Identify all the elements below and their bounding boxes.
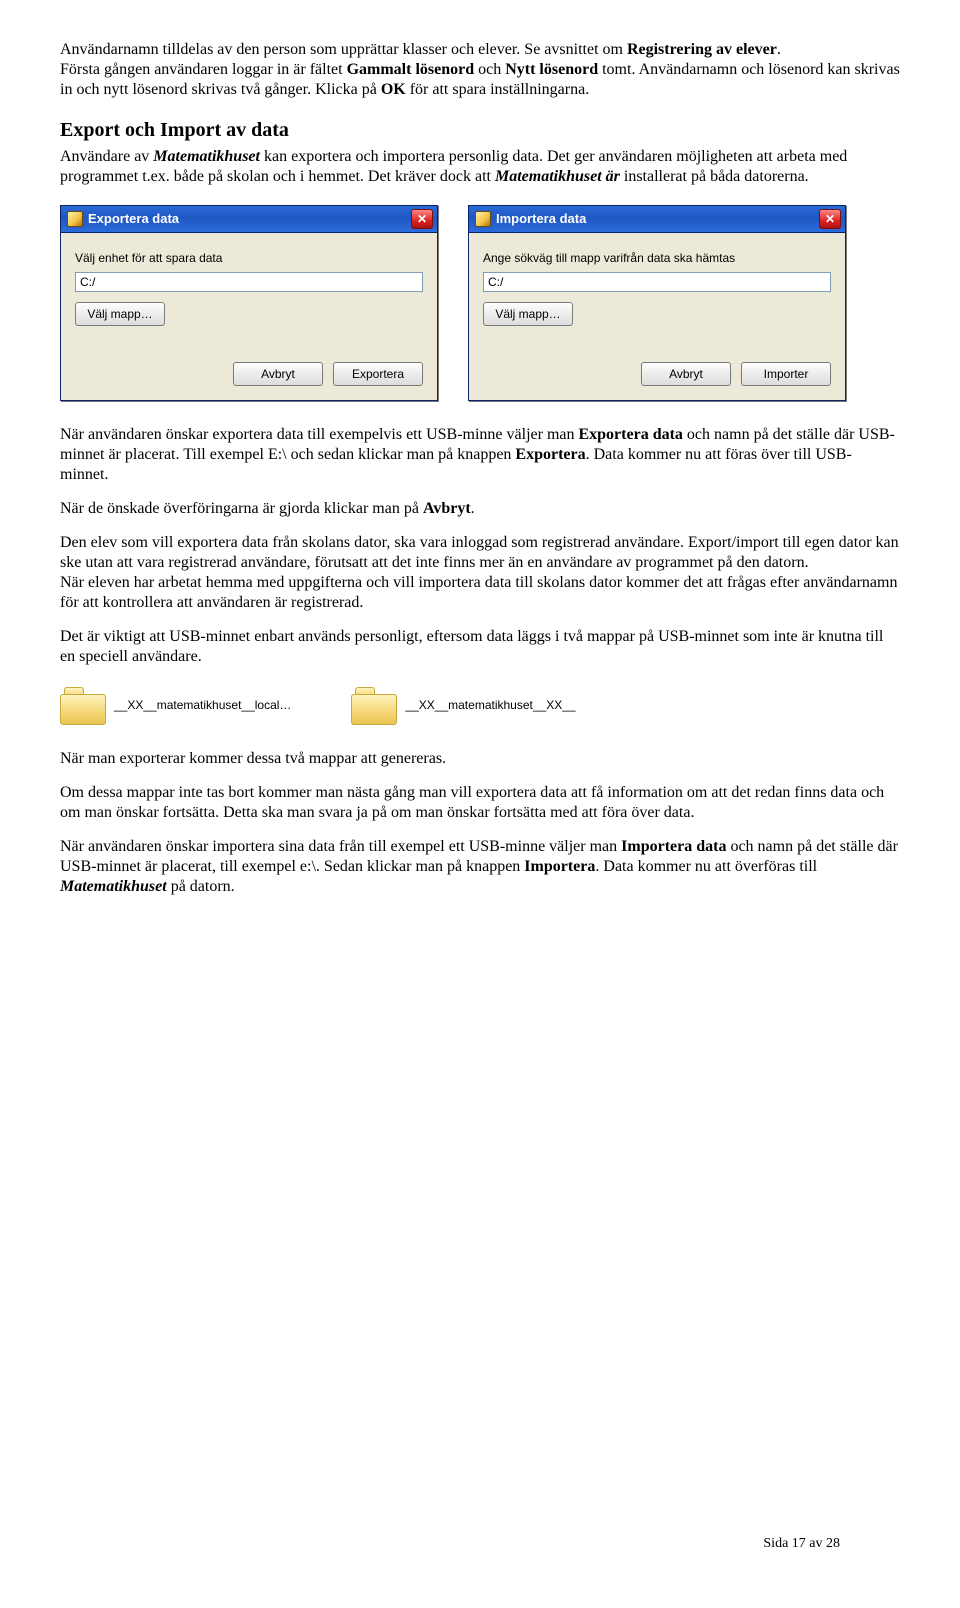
bold-text: OK [381,81,406,98]
export-path-input[interactable] [75,272,423,292]
folder-name: __XX__matematikhuset__XX__ [405,698,575,713]
text: När eleven har arbetat hemma med uppgift… [60,574,897,611]
folders-row: __XX__matematikhuset__local… __XX__matem… [60,687,900,723]
paragraph-import-usb: När användaren önskar importera sina dat… [60,837,900,897]
text: på datorn. [167,878,235,895]
text: för att spara inställningarna. [406,81,590,98]
text: Den elev som vill exportera data från sk… [60,534,899,571]
text: . Data kommer nu att överföras till [595,858,817,875]
paragraph-continue-prompt: Om dessa mappar inte tas bort kommer man… [60,783,900,823]
text: installerat på båda datorerna. [620,168,809,185]
close-icon[interactable]: ✕ [819,209,841,229]
text: Första gången användaren loggar in är fä… [60,61,347,78]
bold-text: Exportera data [578,426,682,443]
text: När de önskade överföringarna är gjorda … [60,500,423,517]
bold-text: Avbryt [423,500,471,517]
paragraph-export-intro: Användare av Matematikhuset kan exporter… [60,147,900,187]
folder-icon [351,687,395,723]
text: Användarnamn tilldelas av den person som… [60,41,627,58]
section-heading: Export och Import av data [60,118,900,143]
paragraph-usb-export: När användaren önskar exportera data til… [60,425,900,485]
app-icon [475,211,491,227]
paragraph-avbryt: När de önskade överföringarna är gjorda … [60,499,900,519]
text: . [471,500,475,517]
paragraph-folders-generated: När man exporterar kommer dessa två mapp… [60,749,900,769]
paragraph-registered-user: Den elev som vill exportera data från sk… [60,533,900,613]
bold-text: Importera [524,858,595,875]
italic-text: Matematikhuset [60,878,167,895]
page-footer: Sida 17 av 28 [763,1535,840,1553]
browse-folder-button[interactable]: Välj mapp… [483,302,573,326]
bold-text: Registrering av elever [627,41,777,58]
folder-item: __XX__matematikhuset__local… [60,687,291,723]
dialogs-row: Exportera data ✕ Välj enhet för att spar… [60,205,900,401]
text: När användaren önskar importera sina dat… [60,838,621,855]
import-path-input[interactable] [483,272,831,292]
cancel-button[interactable]: Avbryt [641,362,731,386]
paragraph-intro: Användarnamn tilldelas av den person som… [60,40,900,100]
text: och [474,61,505,78]
folder-item: __XX__matematikhuset__XX__ [351,687,575,723]
cancel-button[interactable]: Avbryt [233,362,323,386]
folder-icon [60,687,104,723]
bold-text: Importera data [621,838,726,855]
app-icon [67,211,83,227]
paragraph-usb-personal: Det är viktigt att USB-minnet enbart anv… [60,627,900,667]
export-dialog-title: Exportera data [88,211,179,227]
import-dialog-titlebar: Importera data ✕ [469,206,845,233]
italic-text: Matematikhuset är [495,168,620,185]
text: Användare av [60,148,153,165]
bold-text: Nytt lösenord [505,61,598,78]
folder-name: __XX__matematikhuset__local… [114,698,291,713]
text: . [777,41,781,58]
import-button[interactable]: Importer [741,362,831,386]
import-dialog-title: Importera data [496,211,586,227]
export-path-label: Välj enhet för att spara data [75,251,423,266]
close-icon[interactable]: ✕ [411,209,433,229]
import-dialog: Importera data ✕ Ange sökväg till mapp v… [468,205,846,401]
bold-text: Exportera [515,446,585,463]
export-dialog-titlebar: Exportera data ✕ [61,206,437,233]
text: När användaren önskar exportera data til… [60,426,578,443]
browse-folder-button[interactable]: Välj mapp… [75,302,165,326]
italic-text: Matematikhuset [153,148,260,165]
import-path-label: Ange sökväg till mapp varifrån data ska … [483,251,831,266]
bold-text: Gammalt lösenord [347,61,475,78]
export-dialog: Exportera data ✕ Välj enhet för att spar… [60,205,438,401]
export-button[interactable]: Exportera [333,362,423,386]
